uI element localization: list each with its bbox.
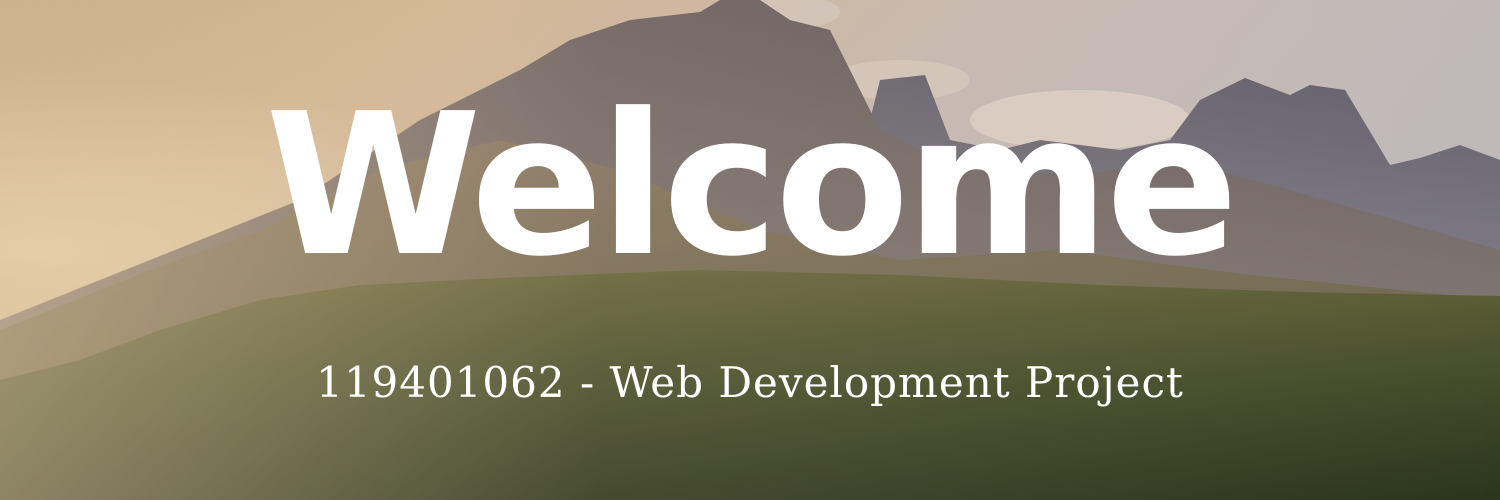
welcome-banner: Welcome 119401062 - Web Development Proj… [0,0,1500,500]
page-subtitle: 119401062 - Web Development Project [316,358,1184,407]
page-title: Welcome [265,72,1238,300]
